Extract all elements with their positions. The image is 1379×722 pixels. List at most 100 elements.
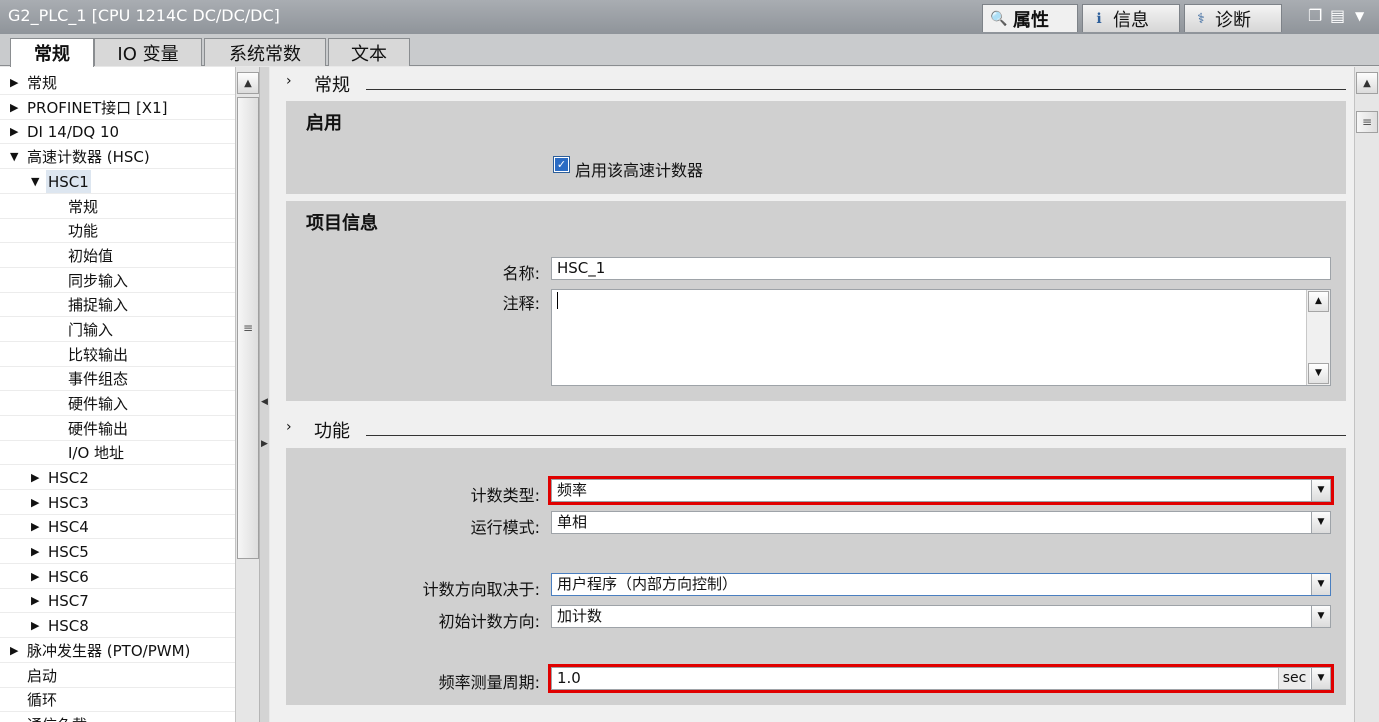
chevron-down-icon[interactable]: ▼ [1311,668,1330,689]
expand-arrow-icon[interactable]: ▶ [10,71,18,95]
scroll-up-icon[interactable]: ▲ [1308,291,1329,312]
tree-item-hsc1-io-address[interactable]: I/O 地址 [0,441,236,465]
tree-item-label: 常规 [68,198,99,216]
name-field[interactable]: HSC_1 [551,257,1331,280]
scrollbar-thumb[interactable]: ≡ [1356,111,1378,133]
panel-splitter[interactable]: ◀ ▶ [259,67,269,722]
collapse-arrow-icon[interactable]: ▼ [10,145,18,169]
chevron-down-icon[interactable]: ▼ [1311,606,1330,627]
comment-textarea[interactable]: ▲ ▼ [551,289,1331,386]
scrollbar-thumb[interactable]: ≡ [237,97,259,559]
direction-source-select[interactable]: 用户程序（内部方向控制） ▼ [551,573,1331,596]
tree-item-label: 比较输出 [68,346,129,364]
tree-item-general[interactable]: ▶ 常规 [0,71,236,95]
expand-arrow-icon[interactable]: ▶ [31,491,39,515]
tree-item-hsc1-hw-input[interactable]: 硬件输入 [0,392,236,416]
tree-item-hsc1-gate[interactable]: 门输入 [0,318,236,342]
tree-item-hsc8[interactable]: ▶ HSC8 [0,614,236,638]
expand-arrow-icon[interactable]: ▶ [31,466,39,490]
tree-item-hsc1[interactable]: ▼ HSC1 [0,170,236,194]
expand-arrow-icon[interactable]: ▶ [10,639,18,663]
tree-item-hsc5[interactable]: ▶ HSC5 [0,540,236,564]
tree-item-hsc2[interactable]: ▶ HSC2 [0,466,236,490]
count-type-select[interactable]: 频率 ▼ [548,476,1334,505]
restore-icon[interactable]: ❐ [1308,6,1322,25]
tab-system-constants[interactable]: 系统常数 [204,38,326,66]
text-cursor [557,292,558,309]
collapse-arrow-icon[interactable]: ▼ [31,170,39,194]
op-mode-value: 单相 [557,513,588,531]
expand-arrow-icon[interactable]: ▶ [31,540,39,564]
scroll-up-icon[interactable]: ▲ [1356,72,1378,94]
chevron-down-icon[interactable]: ▼ [1311,512,1330,533]
tree-item-hsc1-capture[interactable]: 捕捉输入 [0,293,236,317]
comment-label: 注释: [502,294,540,313]
tree-item-comm-load[interactable]: 通信负载 [0,713,236,722]
comment-scrollbar[interactable]: ▲ ▼ [1306,290,1330,385]
sub-tab-row: 常规 IO 变量 系统常数 文本 [0,34,1379,67]
scroll-down-icon[interactable]: ▼ [1308,363,1329,384]
tree-item-cycle[interactable]: 循环 [0,688,236,712]
expand-arrow-icon[interactable]: ▶ [31,614,39,638]
layout-icon[interactable]: ▤ [1330,6,1345,25]
op-mode-select[interactable]: 单相 ▼ [551,511,1331,534]
tree-item-hsc6[interactable]: ▶ HSC6 [0,565,236,589]
tree-item-hsc1-function[interactable]: 功能 [0,219,236,243]
freq-period-select[interactable]: 1.0 sec ▼ [548,664,1334,693]
name-value: HSC_1 [557,259,606,277]
tree-item-hsc1-events[interactable]: 事件组态 [0,367,236,391]
tab-texts[interactable]: 文本 [328,38,410,66]
expand-arrow-icon[interactable]: ▶ [10,96,18,120]
expand-arrow-icon[interactable]: ▶ [10,120,18,144]
navigation-tree: ▶ 常规 ▶ PROFINET接口 [X1] ▶ DI 14/DQ 10 ▼ 高速计数器… [0,67,236,722]
collapse-left-icon[interactable]: ◀ [261,397,268,407]
count-type-label: 计数类型: [470,486,540,505]
freq-period-unit: sec [1278,668,1310,689]
initial-direction-select[interactable]: 加计数 ▼ [551,605,1331,628]
section-header-general[interactable]: › 常规 [286,71,1346,97]
tree-item-pulse-generator[interactable]: ▶ 脉冲发生器 (PTO/PWM) [0,639,236,663]
enable-hsc-checkbox[interactable]: ✓ [553,156,570,173]
tab-properties-label: 属性 [1013,9,1049,31]
tree-item-label: 循环 [27,691,58,709]
tree-item-startup[interactable]: 启动 [0,664,236,688]
tab-info[interactable]: ℹ 信息 [1082,4,1180,32]
tree-item-hsc7[interactable]: ▶ HSC7 [0,589,236,613]
chevron-down-icon[interactable]: ▼ [1311,574,1330,595]
scroll-up-icon[interactable]: ▲ [237,72,259,94]
op-mode-label: 运行模式: [470,518,540,537]
tree-item-profinet[interactable]: ▶ PROFINET接口 [X1] [0,96,236,120]
tree-item-hsc1-initial[interactable]: 初始值 [0,244,236,268]
chevron-right-icon: › [286,419,292,435]
tree-item-hsc3[interactable]: ▶ HSC3 [0,491,236,515]
tree-item-hsc1-compare[interactable]: 比较输出 [0,343,236,367]
content-scrollbar[interactable]: ▲ ≡ [1354,67,1379,722]
tree-item-label: DI 14/DQ 10 [27,123,120,141]
expand-arrow-icon[interactable]: ▶ [31,515,39,539]
divider [366,89,1346,90]
tree-item-hsc1-general[interactable]: 常规 [0,195,236,219]
tab-diagnostics[interactable]: ⚕ 诊断 [1184,4,1282,32]
tab-properties[interactable]: 🔍 属性 [982,4,1078,32]
dropdown-icon[interactable]: ▼ [1355,9,1364,23]
tree-item-label: HSC6 [48,568,89,586]
tree-item-di-dq[interactable]: ▶ DI 14/DQ 10 [0,120,236,144]
chevron-down-icon[interactable]: ▼ [1311,480,1330,501]
expand-right-icon[interactable]: ▶ [261,439,268,449]
tree-item-hsc4[interactable]: ▶ HSC4 [0,515,236,539]
properties-icon: 🔍 [990,10,1008,27]
tree-item-hsc1-hw-output[interactable]: 硬件输出 [0,417,236,441]
tree-item-hsc[interactable]: ▼ 高速计数器 (HSC) [0,145,236,169]
tree-item-label: 初始值 [68,247,114,265]
tree-item-label: HSC8 [48,617,89,635]
tree-item-hsc1-sync[interactable]: 同步输入 [0,269,236,293]
tab-general[interactable]: 常规 [10,38,94,67]
expand-arrow-icon[interactable]: ▶ [31,565,39,589]
initial-direction-value: 加计数 [557,607,603,625]
function-panel: 计数类型: 频率 ▼ 运行模式: 单相 ▼ 计数方向取决于: 用户程序（内部方向… [286,448,1346,705]
tab-io-tags[interactable]: IO 变量 [94,38,202,66]
section-header-function[interactable]: › 功能 [286,417,1346,443]
expand-arrow-icon[interactable]: ▶ [31,589,39,613]
divider [366,435,1346,436]
tree-scrollbar[interactable]: ▲ ≡ [235,67,259,722]
